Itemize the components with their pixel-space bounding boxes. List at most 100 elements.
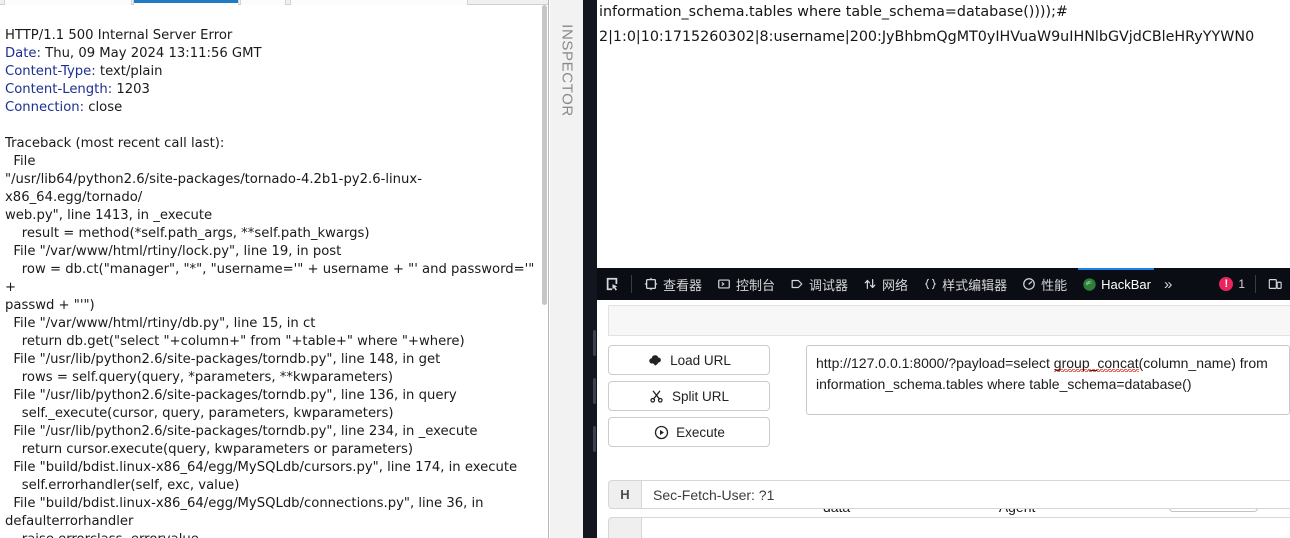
traceback-line: self.errorhandler(self, exc, value) bbox=[5, 478, 240, 493]
header-name-date: Date: bbox=[5, 46, 41, 61]
screenshot-root: HTTP/1.1 500 Internal Server Error Date:… bbox=[0, 0, 1290, 538]
tab-style-editor[interactable]: 样式编辑器 bbox=[915, 268, 1014, 300]
response-body-text: HTTP/1.1 500 Internal Server Error Date:… bbox=[0, 5, 548, 538]
traceback-line: File "/var/www/html/rtiny/db.py", line 1… bbox=[5, 316, 316, 331]
right-content-area: information_schema.tables where table_sc… bbox=[597, 0, 1290, 538]
traceback-line: result = method(*self.path_args, **self.… bbox=[5, 226, 370, 241]
scroll-mark bbox=[593, 426, 596, 452]
responsive-design-icon bbox=[1267, 276, 1283, 292]
hackbar-header-rows: H Sec-Fetch-User: ?1 bbox=[608, 480, 1290, 538]
traceback-line: File bbox=[5, 154, 36, 169]
traceback-line: defaulterrorhandler bbox=[5, 514, 134, 529]
traceback-line: passwd + "'") bbox=[5, 298, 95, 313]
traceback-line: self._execute(cursor, query, parameters,… bbox=[5, 406, 394, 421]
divider-scroll-marks bbox=[593, 330, 596, 530]
code-line-1: information_schema.tables where table_sc… bbox=[599, 4, 1068, 20]
inspector-side-strip[interactable]: INSPECTOR bbox=[550, 0, 583, 538]
cloud-download-icon bbox=[647, 352, 663, 368]
inspector-strip-label: INSPECTOR bbox=[558, 24, 575, 117]
header-row: H Sec-Fetch-User: ?1 bbox=[608, 480, 1290, 509]
hackbar-button-column: Load URL Split URL Execute bbox=[608, 345, 774, 453]
url-text-misspelled: group_concat bbox=[1053, 355, 1139, 372]
tab-network-label: 网络 bbox=[882, 277, 909, 293]
tab-inspector[interactable]: 查看器 bbox=[636, 268, 709, 300]
tab-debugger-label: 调试器 bbox=[809, 277, 849, 293]
tab-performance[interactable]: 性能 bbox=[1014, 268, 1074, 300]
response-scrollbar[interactable] bbox=[542, 5, 547, 538]
error-count-badge[interactable]: ! 1 bbox=[1213, 277, 1251, 291]
traceback-line: File "build/bdist.linux-x86_64/egg/MySQL… bbox=[5, 496, 484, 511]
tab-hackbar-label: HackBar bbox=[1101, 276, 1151, 292]
header-row-value-input[interactable] bbox=[641, 517, 1290, 538]
header-row-key[interactable]: H bbox=[608, 480, 641, 509]
tab-network[interactable]: 网络 bbox=[855, 268, 915, 300]
network-icon bbox=[862, 276, 878, 292]
traceback-line: File "build/bdist.linux-x86_64/egg/MySQL… bbox=[5, 460, 518, 475]
scroll-mark bbox=[593, 330, 596, 356]
traceback-line: raise errorclass, errorvalue bbox=[5, 532, 199, 538]
execute-label: Execute bbox=[676, 424, 725, 440]
tab-debugger[interactable]: 调试器 bbox=[782, 268, 855, 300]
header-name-content-type: Content-Type: bbox=[5, 64, 96, 79]
responsive-mode-button[interactable] bbox=[1260, 268, 1290, 300]
traceback-line: File "/usr/lib/python2.6/site-packages/t… bbox=[5, 424, 478, 439]
style-editor-icon bbox=[922, 276, 938, 292]
traceback-line: row = db.ct("manager", "*", "username='"… bbox=[5, 262, 539, 295]
console-icon bbox=[716, 276, 732, 292]
execute-button[interactable]: Execute bbox=[608, 417, 770, 447]
page-code-output: information_schema.tables where table_sc… bbox=[597, 0, 1290, 268]
tab-performance-label: 性能 bbox=[1041, 277, 1068, 293]
url-text-part1: http://127.0.0.1:8000/?payload=select bbox=[816, 355, 1054, 371]
pick-element-icon bbox=[604, 276, 620, 292]
traceback-line: web.py", line 1413, in _execute bbox=[5, 208, 213, 223]
tab-inspector-label: 查看器 bbox=[663, 277, 703, 293]
status-line: HTTP/1.1 500 Internal Server Error bbox=[5, 28, 233, 43]
traceback-line: return cursor.execute(query, kwparameter… bbox=[5, 442, 413, 457]
hackbar-panel: Load URL Split URL Execute http://127.0.… bbox=[597, 300, 1290, 538]
split-url-button[interactable]: Split URL bbox=[608, 381, 770, 411]
header-row bbox=[608, 517, 1290, 538]
toolbar-overflow-button[interactable]: » bbox=[1158, 276, 1178, 293]
traceback-line: File "/usr/lib/python2.6/site-packages/t… bbox=[5, 388, 457, 403]
tab-console-label: 控制台 bbox=[736, 277, 776, 293]
header-value-date: Thu, 09 May 2024 13:11:56 GMT bbox=[40, 46, 262, 61]
panel-divider bbox=[583, 0, 597, 538]
hackbar-row-primary: Load URL Split URL Execute http://127.0.… bbox=[608, 345, 1290, 453]
header-value-connection: close bbox=[84, 100, 123, 115]
traceback-line: File "/usr/lib/python2.6/site-packages/t… bbox=[5, 352, 441, 367]
header-name-content-length: Content-Length: bbox=[5, 82, 113, 97]
pick-element-button[interactable] bbox=[597, 268, 627, 300]
split-url-label: Split URL bbox=[671, 388, 730, 404]
url-input[interactable]: http://127.0.0.1:8000/?payload=select gr… bbox=[806, 345, 1290, 415]
devtools-toolbar: 查看器 控制台 调试器 网络 样式编辑器 性能 HackBar » ! 1 bbox=[597, 268, 1290, 300]
header-value-content-length: 1203 bbox=[112, 82, 150, 97]
tab-hackbar[interactable]: HackBar bbox=[1074, 268, 1158, 300]
hackbar-main: Load URL Split URL Execute http://127.0.… bbox=[608, 345, 1290, 515]
traceback-line: return db.get("select "+column+" from "+… bbox=[5, 334, 465, 349]
debugger-icon bbox=[789, 276, 805, 292]
tab-style-editor-label: 样式编辑器 bbox=[942, 277, 1008, 293]
toolbar-divider-right bbox=[1255, 275, 1256, 293]
traceback-line: File "/var/www/html/rtiny/lock.py", line… bbox=[5, 244, 342, 259]
traceback-line: rows = self.query(query, *parameters, **… bbox=[5, 370, 393, 385]
load-url-label: Load URL bbox=[670, 352, 731, 368]
scissors-icon bbox=[649, 388, 665, 404]
error-count-label: 1 bbox=[1238, 277, 1245, 291]
hackbar-topbar bbox=[608, 305, 1290, 336]
header-row-value-input[interactable]: Sec-Fetch-User: ?1 bbox=[641, 480, 1290, 509]
scrollbar-thumb[interactable] bbox=[542, 5, 547, 305]
error-icon: ! bbox=[1219, 277, 1234, 291]
header-name-connection: Connection: bbox=[5, 100, 85, 115]
code-line-2: 2|1:0|10:1715260302|8:username|200:JyBhb… bbox=[599, 29, 1255, 45]
inspector-icon bbox=[643, 276, 659, 292]
play-circle-icon bbox=[653, 424, 669, 440]
http-response-panel: HTTP/1.1 500 Internal Server Error Date:… bbox=[0, 0, 549, 538]
performance-icon bbox=[1021, 276, 1037, 292]
tab-console[interactable]: 控制台 bbox=[709, 268, 782, 300]
traceback-line: "/usr/lib64/python2.6/site-packages/torn… bbox=[5, 172, 422, 205]
scroll-mark bbox=[593, 378, 596, 404]
header-value-content-type: text/plain bbox=[95, 64, 163, 79]
toolbar-divider bbox=[631, 275, 632, 293]
load-url-button[interactable]: Load URL bbox=[608, 345, 770, 375]
header-row-key[interactable] bbox=[608, 517, 641, 538]
